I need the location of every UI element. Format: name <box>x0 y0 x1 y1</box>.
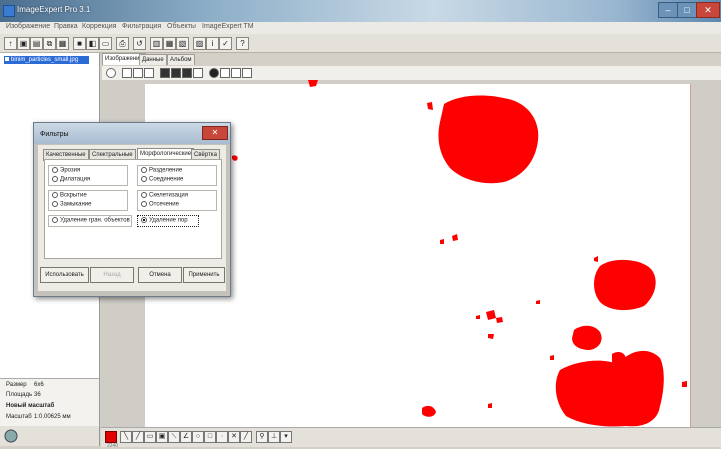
option-cutoff[interactable]: Отсечение <box>141 201 179 208</box>
option-label: Удаление гран. объектов <box>60 217 130 224</box>
radio-icon <box>52 192 58 198</box>
radio-icon <box>52 176 58 182</box>
option-label: Эрозия <box>60 167 81 174</box>
option-remove-border-objects[interactable]: Удаление гран. объектов <box>48 215 132 227</box>
particle-dot-9 <box>594 256 598 262</box>
particle-small-left-edge <box>612 352 626 365</box>
radio-icon <box>52 201 58 207</box>
option-opening[interactable]: Вскрытие <box>52 192 87 199</box>
particle-large-top <box>438 95 539 184</box>
option-label: Дилатация <box>60 176 91 183</box>
particle-dot-5 <box>496 317 503 323</box>
drawing-toolbar: ╲ ╱ ▭ ▣ ⟍ ∠ ○ □ · ✕ ╱ ⚲ ⊥ ▾ 2240 <box>101 427 721 449</box>
particle-dot-6 <box>476 315 480 319</box>
color-swatch[interactable] <box>105 431 117 443</box>
group-skeleton-cutoff: Скелетизация Отсечение <box>137 190 217 211</box>
point-icon[interactable]: · <box>216 431 228 443</box>
option-remove-pores[interactable]: Удаление пор <box>137 215 199 227</box>
option-separation[interactable]: Разделение <box>141 167 182 174</box>
undo-button[interactable]: Назад <box>90 267 134 283</box>
measure-icon[interactable]: ⊥ <box>268 431 280 443</box>
particle-dot-2 <box>452 234 458 241</box>
morphology-panel: Эрозия Дилатация Разделение Соединение В… <box>44 159 222 259</box>
option-label: Замыкание <box>60 201 92 208</box>
status-text: 2240 <box>107 443 119 449</box>
radio-icon <box>52 167 58 173</box>
option-remove-pores-row: Удаление пор <box>141 217 188 224</box>
radio-icon <box>141 167 147 173</box>
radio-selected-icon <box>141 217 147 223</box>
group-separation-connection: Разделение Соединение <box>137 165 217 186</box>
particle-dot-8 <box>536 300 540 304</box>
option-label: Соединение <box>149 176 184 183</box>
option-label: Скелетизация <box>149 192 189 199</box>
dialog-title-bar: Фильтры ✕ <box>34 123 230 144</box>
option-erosion[interactable]: Эрозия <box>52 167 80 174</box>
particle-dot-13 <box>682 381 687 387</box>
apply-button[interactable]: Применить <box>183 267 225 283</box>
group-opening-closing: Вскрытие Замыкание <box>48 190 128 211</box>
dialog-title: Фильтры <box>40 131 69 138</box>
particle-small-right <box>572 325 602 350</box>
particle-dot-11 <box>488 403 492 408</box>
particle-dot-4 <box>486 310 496 320</box>
cross-icon[interactable]: ✕ <box>228 431 240 443</box>
particle-dot-1 <box>231 155 238 161</box>
particle-right-mid <box>594 259 656 311</box>
region-icon[interactable]: ▣ <box>156 431 168 443</box>
radio-icon <box>141 176 147 182</box>
particle-near-edge <box>427 102 433 110</box>
particle-top-edge <box>308 80 318 87</box>
radio-icon <box>52 217 58 223</box>
dropdown-icon[interactable]: ▾ <box>280 431 292 443</box>
dialog-body: Качественные Спектральные Морфологически… <box>38 145 226 291</box>
particle-dot-7 <box>488 334 494 339</box>
particle-right-bottom <box>555 350 664 427</box>
line-icon[interactable]: ╱ <box>240 431 252 443</box>
option-remove-border-objects-row: Удаление гран. объектов <box>52 217 130 224</box>
option-label: Удаление пор <box>149 217 188 224</box>
angle-icon[interactable]: ∠ <box>180 431 192 443</box>
group-erosion-dilation: Эрозия Дилатация <box>48 165 128 186</box>
zoom-icon[interactable]: ⚲ <box>256 431 268 443</box>
eraser-icon[interactable]: ⟍ <box>168 431 180 443</box>
particle-dot-10 <box>422 405 436 417</box>
dialog-close-button[interactable]: ✕ <box>202 126 228 140</box>
pencil-icon[interactable]: ╱ <box>132 431 144 443</box>
option-label: Вскрытие <box>60 192 87 199</box>
option-dilation[interactable]: Дилатация <box>52 176 90 183</box>
radio-icon <box>141 192 147 198</box>
option-skeletonization[interactable]: Скелетизация <box>141 192 188 199</box>
radio-icon <box>141 201 147 207</box>
cancel-button[interactable]: Отмена <box>138 267 182 283</box>
rect-select-icon[interactable]: ▭ <box>144 431 156 443</box>
option-label: Разделение <box>149 167 183 174</box>
rectangle-icon[interactable]: □ <box>204 431 216 443</box>
option-label: Отсечение <box>149 201 179 208</box>
option-closing[interactable]: Замыкание <box>52 201 92 208</box>
brush-icon[interactable]: ╲ <box>120 431 132 443</box>
option-connection[interactable]: Соединение <box>141 176 183 183</box>
particle-dot-3 <box>440 239 444 244</box>
ellipse-icon[interactable]: ○ <box>192 431 204 443</box>
particle-dot-12 <box>550 355 554 360</box>
filters-dialog: Фильтры ✕ Качественные Спектральные Морф… <box>33 122 231 297</box>
use-button[interactable]: Использовать <box>40 267 89 283</box>
